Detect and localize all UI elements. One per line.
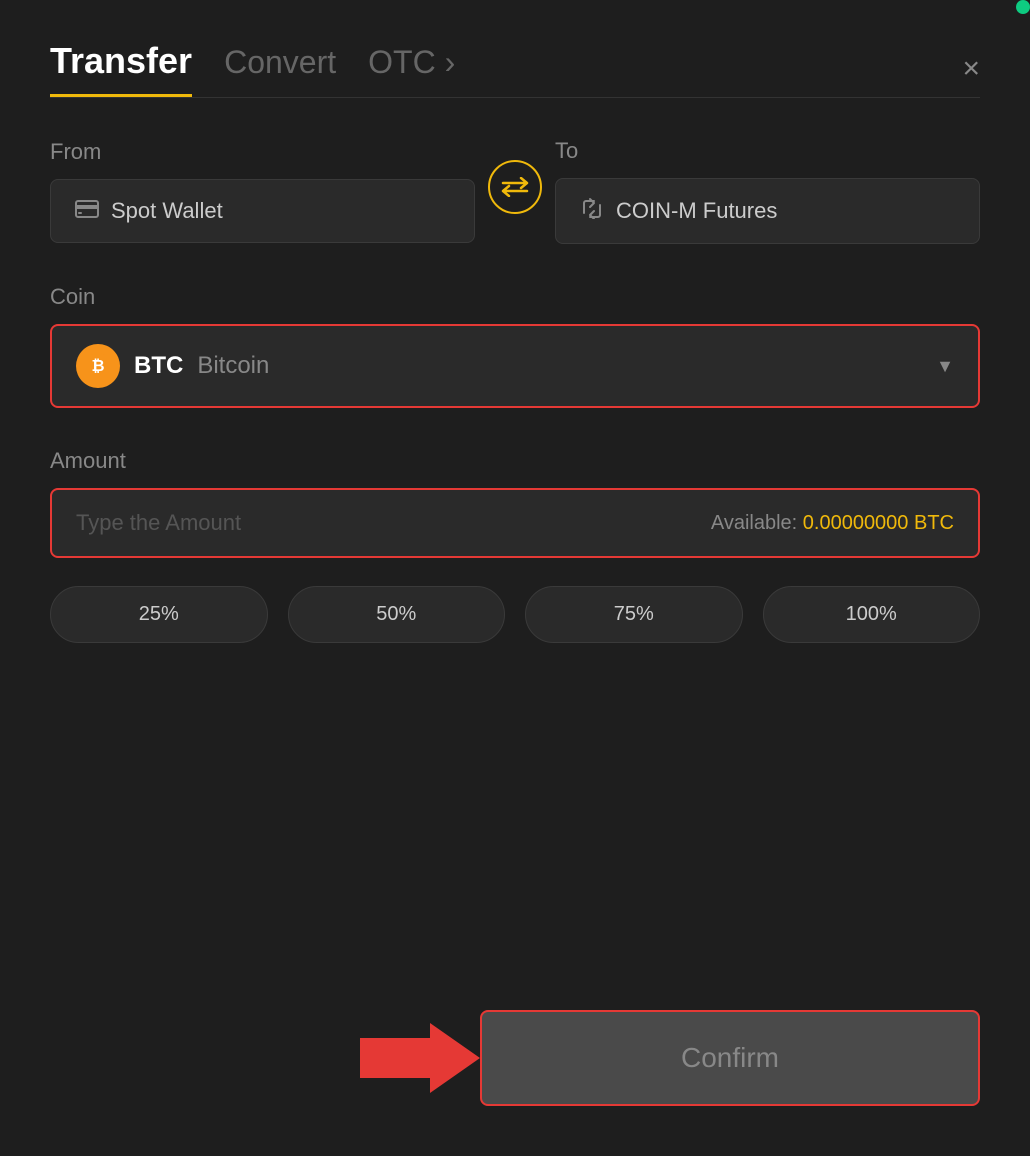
transfer-modal: Transfer Convert OTC › × From Spot Walle…	[0, 0, 1030, 1156]
chevron-down-icon: ▼	[936, 356, 954, 377]
modal-header: Transfer Convert OTC › ×	[50, 40, 980, 97]
coin-symbol: BTC	[134, 352, 183, 380]
to-wallet-selector[interactable]: COIN-M Futures	[555, 178, 980, 244]
percent-buttons: 25% 50% 75% 100%	[50, 586, 980, 643]
amount-section: Amount Available: 0.00000000 BTC	[50, 448, 980, 586]
available-amount: 0.00000000 BTC	[803, 512, 954, 534]
percent-50-button[interactable]: 50%	[288, 586, 506, 643]
to-wallet-label: COIN-M Futures	[616, 198, 777, 224]
coin-full-name: Bitcoin	[197, 352, 269, 380]
header-divider	[50, 97, 980, 98]
btc-icon: ₿	[76, 344, 120, 388]
status-indicator	[1016, 0, 1030, 14]
available-text: Available: 0.00000000 BTC	[711, 512, 954, 535]
futures-icon	[580, 197, 604, 225]
tab-transfer[interactable]: Transfer	[50, 40, 192, 97]
coin-label: Coin	[50, 284, 980, 310]
amount-input[interactable]	[76, 510, 711, 536]
tab-convert[interactable]: Convert	[224, 44, 336, 93]
svg-text:₿: ₿	[91, 357, 104, 375]
from-group: From Spot Wallet	[50, 139, 475, 243]
from-wallet-label: Spot Wallet	[111, 198, 223, 224]
amount-field: Available: 0.00000000 BTC	[50, 488, 980, 558]
swap-container	[475, 160, 555, 222]
confirm-button[interactable]: Confirm	[480, 1010, 980, 1106]
coin-section: Coin ₿ BTC Bitcoin ▼	[50, 284, 980, 448]
card-icon	[75, 198, 99, 224]
amount-label: Amount	[50, 448, 980, 474]
to-label: To	[555, 138, 980, 164]
coin-selector[interactable]: ₿ BTC Bitcoin ▼	[50, 324, 980, 408]
tab-otc[interactable]: OTC ›	[368, 44, 455, 93]
percent-75-button[interactable]: 75%	[525, 586, 743, 643]
percent-100-button[interactable]: 100%	[763, 586, 981, 643]
from-label: From	[50, 139, 475, 165]
to-group: To COIN-M Futures	[555, 138, 980, 244]
bottom-section: Confirm	[50, 1010, 980, 1106]
close-button[interactable]: ×	[962, 54, 980, 84]
from-wallet-selector[interactable]: Spot Wallet	[50, 179, 475, 243]
arrow-indicator	[360, 1018, 480, 1098]
percent-25-button[interactable]: 25%	[50, 586, 268, 643]
from-to-section: From Spot Wallet	[50, 138, 980, 244]
swap-button[interactable]	[488, 160, 542, 214]
